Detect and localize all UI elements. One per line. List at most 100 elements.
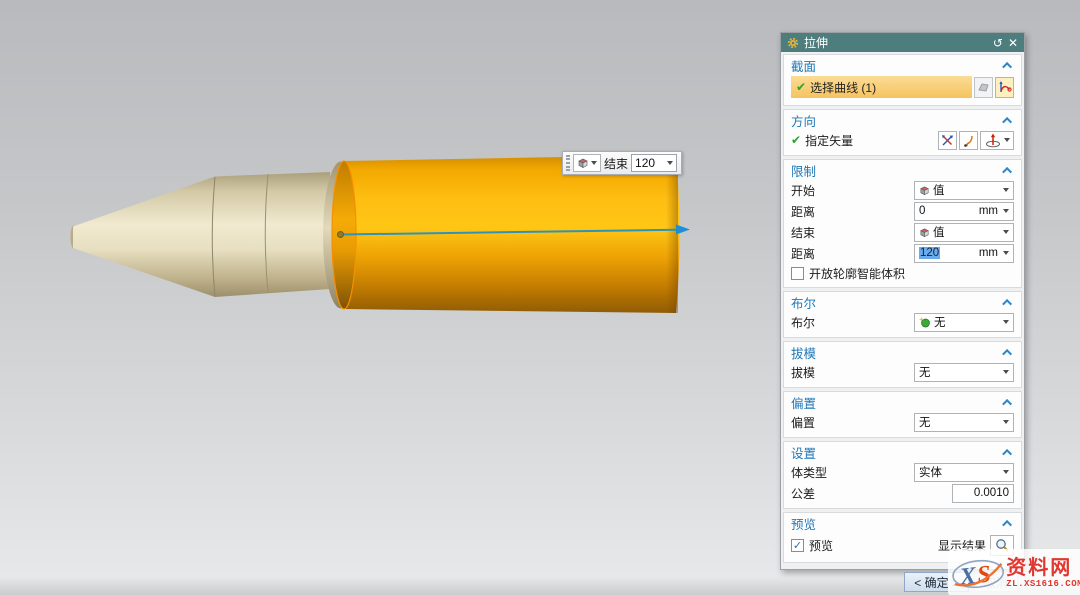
- start-distance-field[interactable]: 0 mm: [914, 202, 1014, 221]
- model-cone-body: [73, 172, 330, 297]
- settings-group-title: 设置: [791, 443, 1005, 462]
- end-limit-value: 值: [933, 224, 1003, 240]
- limits-group-header[interactable]: 限制: [791, 161, 1014, 179]
- offset-dropdown[interactable]: 无: [914, 413, 1014, 432]
- end-distance-input[interactable]: [635, 156, 665, 170]
- axis-origin-point: [338, 232, 344, 238]
- unit-label: mm: [979, 247, 998, 259]
- offset-group: 偏置 偏置 无: [783, 391, 1022, 438]
- section-group-header[interactable]: 截面: [791, 56, 1014, 74]
- close-icon[interactable]: ✕: [1008, 37, 1018, 49]
- draft-label: 拔模: [791, 364, 914, 381]
- tolerance-label: 公差: [791, 485, 952, 502]
- vector-constructor-icon: [985, 133, 1002, 148]
- green-check-icon: ✔: [796, 80, 806, 94]
- settings-group-header[interactable]: 设置: [791, 443, 1014, 461]
- toolbar-end-label: 结束: [604, 155, 628, 172]
- limit-option-dropdown-button[interactable]: [573, 154, 601, 172]
- boolean-value: 无: [934, 314, 1003, 330]
- unit-label: mm: [979, 205, 998, 217]
- inferred-vector-button[interactable]: [959, 131, 978, 150]
- draft-dropdown[interactable]: 无: [914, 363, 1014, 382]
- start-limit-dropdown[interactable]: 值: [914, 181, 1014, 200]
- section-group: 截面 ✔ 选择曲线 (1): [783, 54, 1022, 106]
- direction-group-title: 方向: [791, 111, 1005, 130]
- preview-group-title: 预览: [791, 514, 1005, 533]
- dropdown-arrow-icon[interactable]: [1003, 420, 1009, 424]
- body-type-dropdown[interactable]: 实体: [914, 463, 1014, 482]
- end-distance-value-selected[interactable]: 120: [919, 247, 940, 259]
- watermark: X S 资料网 ZL.XS1616.COM: [948, 549, 1080, 595]
- offset-group-title: 偏置: [791, 393, 1005, 412]
- sketch-curve-icon: [998, 80, 1012, 94]
- dropdown-arrow-icon[interactable]: [1003, 188, 1009, 192]
- boolean-label: 布尔: [791, 314, 914, 331]
- start-distance-label: 距离: [791, 203, 914, 220]
- offset-value: 无: [919, 414, 1003, 430]
- tolerance-value[interactable]: 0.0010: [974, 487, 1009, 499]
- dropdown-arrow-icon[interactable]: [1003, 470, 1009, 474]
- start-limit-value: 值: [933, 182, 1003, 198]
- dropdown-arrow-icon[interactable]: [1003, 370, 1009, 374]
- value-cube-icon: [919, 227, 930, 238]
- watermark-site-name: 资料网: [1006, 557, 1072, 579]
- crossed-arrows-icon: [941, 134, 954, 147]
- gear-icon: [787, 37, 799, 49]
- toolbar-drag-handle[interactable]: [566, 155, 570, 171]
- direction-group-header[interactable]: 方向: [791, 111, 1014, 129]
- dialog-title-bar[interactable]: 拉伸 ↺ ✕: [781, 33, 1024, 52]
- reverse-vector-button[interactable]: [938, 131, 957, 150]
- start-distance-value[interactable]: 0: [919, 205, 979, 217]
- dialog-title: 拉伸: [804, 34, 988, 51]
- direction-group: 方向 ✔ 指定矢量: [783, 109, 1022, 156]
- preview-label: 预览: [809, 537, 833, 554]
- end-distance-field[interactable]: 120 mm: [914, 244, 1014, 263]
- value-cube-icon: [919, 185, 930, 196]
- end-limit-dropdown[interactable]: 值: [914, 223, 1014, 242]
- preview-checkbox[interactable]: ✓: [791, 539, 804, 552]
- point-arrow-icon: [962, 134, 975, 147]
- select-curve-label: 选择曲线 (1): [810, 79, 876, 96]
- onscreen-input-toolbar[interactable]: 结束: [562, 151, 682, 175]
- draft-group-header[interactable]: 拔模: [791, 343, 1014, 361]
- select-region-button[interactable]: [974, 77, 993, 98]
- boolean-dropdown[interactable]: 无: [914, 313, 1014, 332]
- sketch-section-button[interactable]: [995, 77, 1014, 98]
- region-icon: [977, 81, 990, 94]
- section-group-title: 截面: [791, 56, 1005, 75]
- draft-group: 拔模 拔模 无: [783, 341, 1022, 388]
- tolerance-field[interactable]: 0.0010: [952, 484, 1014, 503]
- open-profile-label: 开放轮廓智能体积: [809, 265, 1014, 282]
- select-curve-field[interactable]: ✔ 选择曲线 (1): [791, 76, 972, 98]
- boolean-none-icon: [919, 316, 931, 328]
- axis-vector-arrowhead: [676, 225, 690, 235]
- settings-group: 设置 体类型 实体 公差 0.0010: [783, 441, 1022, 509]
- offset-label: 偏置: [791, 414, 914, 431]
- end-distance-label: 距离: [791, 245, 914, 262]
- watermark-site-url: ZL.XS1616.COM: [1006, 579, 1080, 589]
- dropdown-arrow-icon[interactable]: [1003, 209, 1009, 213]
- end-distance-input-field[interactable]: [631, 154, 677, 172]
- limits-group-title: 限制: [791, 161, 1005, 180]
- reset-icon[interactable]: ↺: [993, 37, 1003, 49]
- boolean-group-title: 布尔: [791, 293, 1005, 312]
- body-type-value: 实体: [919, 464, 1003, 480]
- boolean-group: 布尔 布尔 无: [783, 291, 1022, 338]
- vector-dialog-button[interactable]: [980, 131, 1014, 150]
- specify-vector-label: 指定矢量: [805, 132, 938, 149]
- dropdown-arrow-icon[interactable]: [667, 161, 673, 165]
- preview-group-header[interactable]: 预览: [791, 514, 1014, 532]
- value-cube-icon: [577, 157, 589, 169]
- end-label: 结束: [791, 224, 914, 241]
- open-profile-checkbox[interactable]: [791, 267, 804, 280]
- green-check-icon: ✔: [791, 133, 801, 147]
- draft-group-title: 拔模: [791, 343, 1005, 362]
- dropdown-arrow-icon[interactable]: [1003, 230, 1009, 234]
- extrude-dialog: 拉伸 ↺ ✕ 截面 ✔ 选择曲线 (1): [780, 32, 1025, 570]
- dropdown-arrow-icon[interactable]: [1003, 251, 1009, 255]
- draft-value: 无: [919, 364, 1003, 380]
- dropdown-arrow-icon[interactable]: [1003, 320, 1009, 324]
- offset-group-header[interactable]: 偏置: [791, 393, 1014, 411]
- boolean-group-header[interactable]: 布尔: [791, 293, 1014, 311]
- dropdown-arrow-icon[interactable]: [1004, 138, 1010, 142]
